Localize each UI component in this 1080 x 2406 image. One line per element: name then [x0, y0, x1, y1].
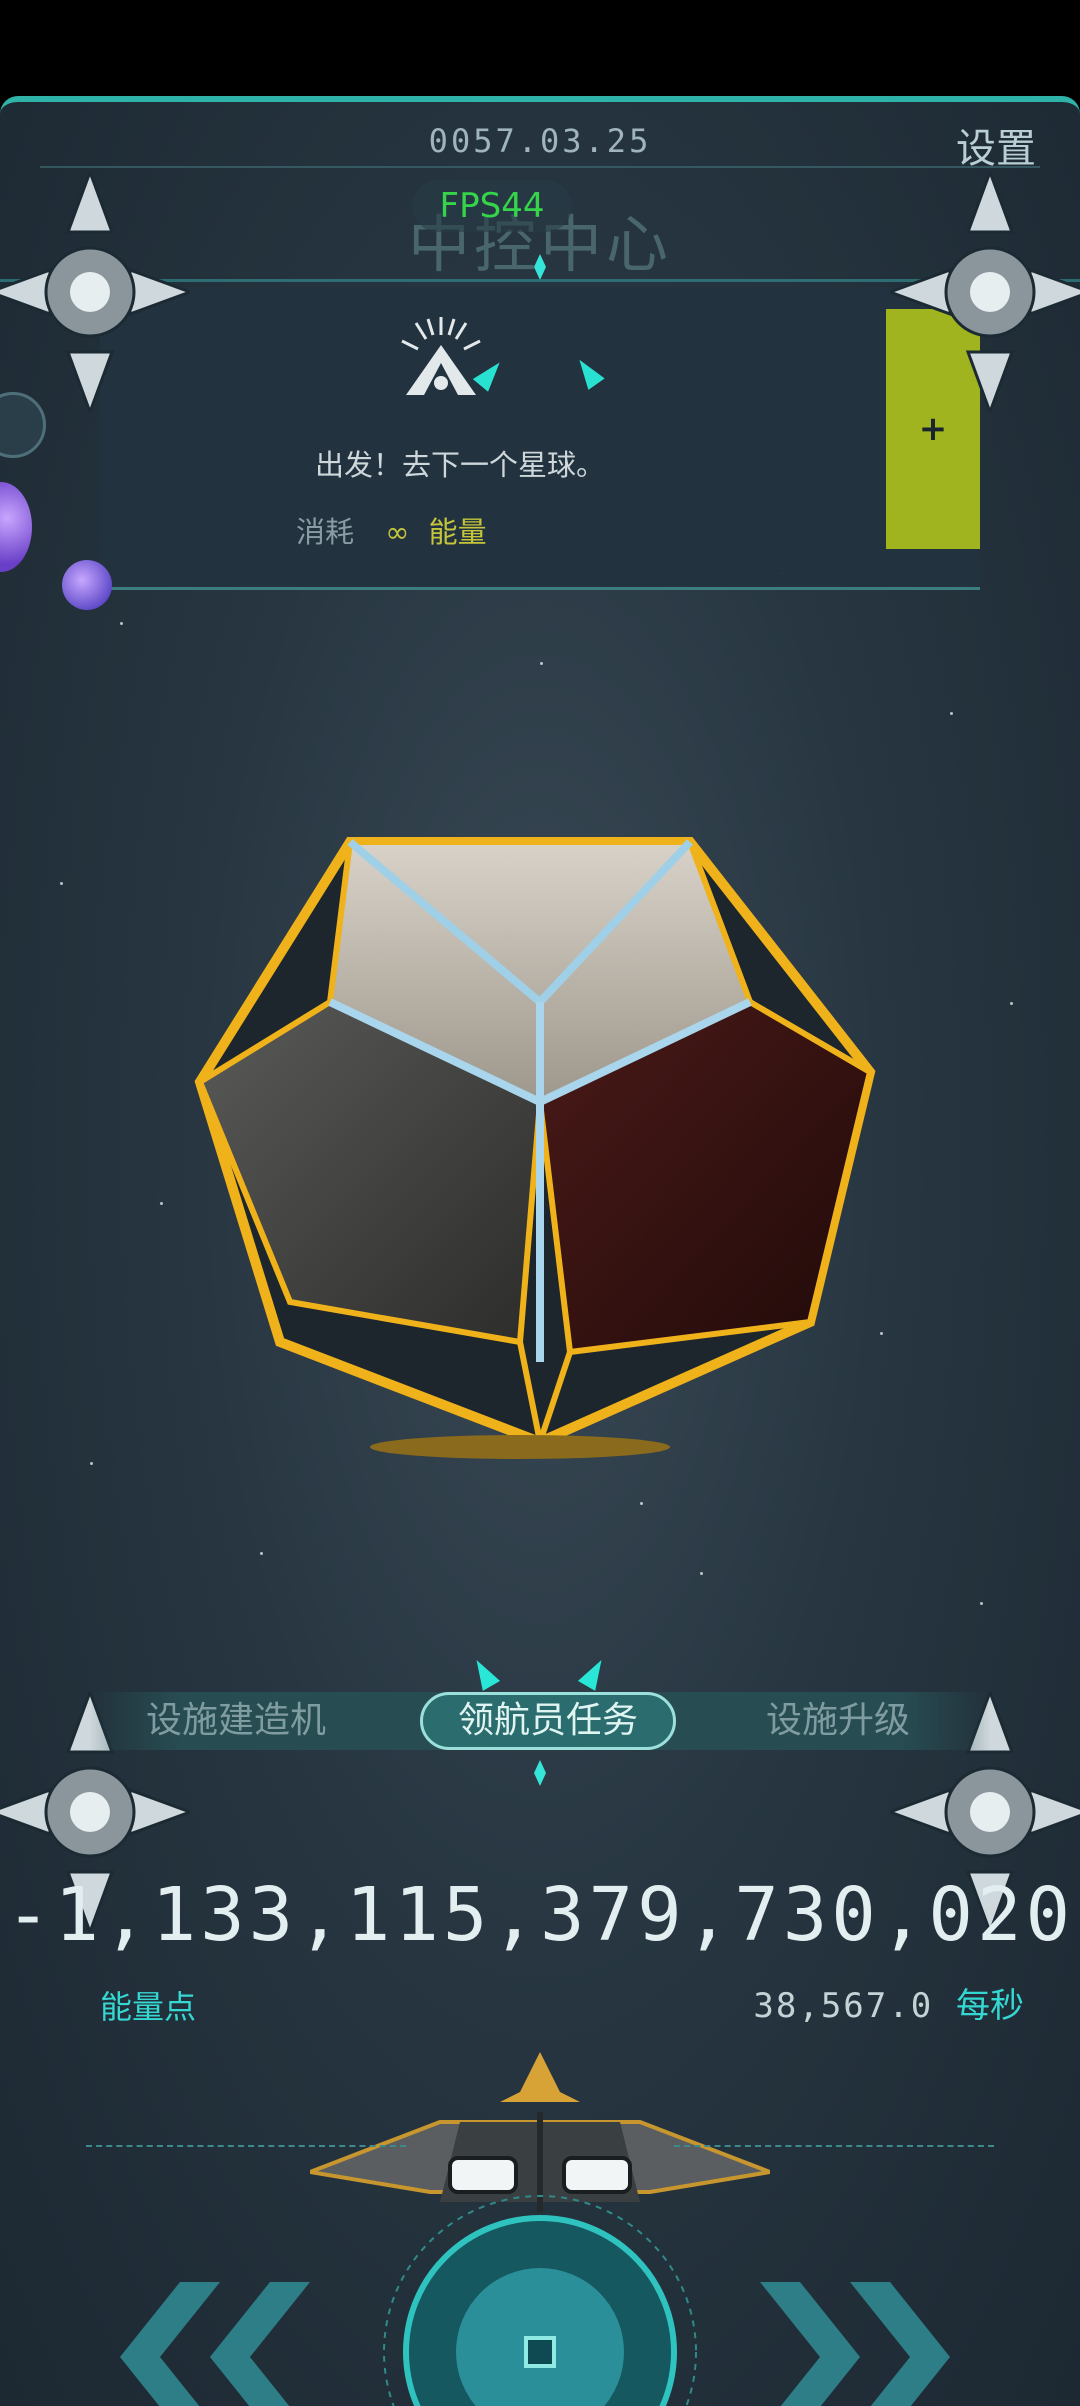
accent-shard-icon: [571, 354, 605, 390]
status-bar: [0, 0, 1080, 96]
accent-shard-icon: [468, 1655, 500, 1691]
energy-rate: 38,567.0 每秒: [753, 1978, 1024, 2027]
tab-marker-icon: [534, 1760, 546, 1786]
game-date: 0057.03.25: [428, 122, 652, 160]
game-stage: 0057.03.25 设置 中控中心 FPS44 出发！去下一个星球。 消耗 ∞…: [0, 96, 1080, 2406]
energy-total: -1,133,115,379,730,020: [5, 1872, 1075, 1958]
dial-icon[interactable]: [380, 2192, 700, 2406]
planet-icon[interactable]: [0, 482, 32, 572]
drone-icon[interactable]: [890, 172, 1080, 412]
cost-label: 消耗: [296, 515, 355, 549]
navigator-task-card: 出发！去下一个星球。 消耗 ∞ 能量 +: [0, 279, 1080, 590]
tab-navigator-task[interactable]: 领航员任务: [420, 1692, 676, 1750]
forward-arrow-icon[interactable]: [760, 2282, 970, 2406]
fps-counter: FPS44: [412, 180, 572, 232]
tab-facility-builder[interactable]: 设施建造机: [146, 1692, 326, 1750]
energy-label: 能量点: [100, 1988, 197, 2026]
back-arrow-icon[interactable]: [100, 2282, 310, 2406]
tab-bar: 设施建造机 领航员任务 设施升级: [90, 1692, 990, 1750]
planet-icon[interactable]: [62, 560, 112, 610]
tab-facility-upgrade[interactable]: 设施升级: [766, 1692, 910, 1750]
cost-value: ∞: [385, 515, 410, 549]
accent-shard-icon: [578, 1655, 610, 1691]
energy-rate-unit: 每秒: [956, 1986, 1024, 2026]
nav-divider: [674, 2145, 994, 2149]
beacon-icon: [401, 317, 481, 395]
cost-unit: 能量: [428, 515, 487, 549]
nav-divider: [86, 2145, 406, 2149]
drone-icon[interactable]: [0, 172, 190, 412]
energy-rate-value: 38,567.0: [753, 1986, 934, 2026]
header-divider: [40, 166, 1040, 168]
settings-button[interactable]: 设置: [956, 116, 1036, 174]
task-cost: 消耗 ∞ 能量: [296, 509, 487, 551]
central-core[interactable]: [190, 742, 890, 1482]
task-description: 出发！去下一个星球。: [314, 448, 605, 482]
